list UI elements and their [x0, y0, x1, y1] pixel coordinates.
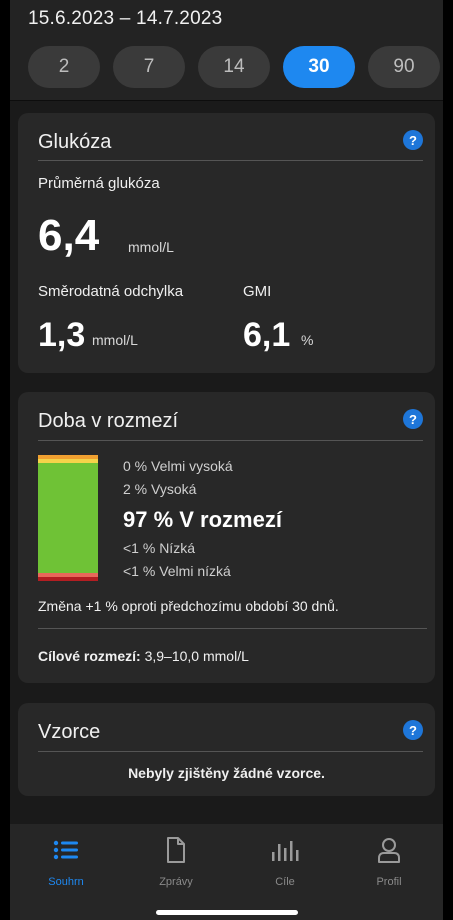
- glucose-card: Glukóza ? Průměrná glukóza 6,4 mmol/L Sm…: [18, 113, 435, 373]
- bar-segment-very-high: [38, 455, 98, 459]
- tir-title: Doba v rozmezí: [38, 410, 179, 432]
- tir-very-low: <1 % Velmi nízká: [123, 563, 231, 579]
- divider: [38, 628, 427, 629]
- bar-chart-icon: [235, 834, 335, 866]
- document-icon: [126, 834, 226, 866]
- avg-glucose-value: 6,4: [38, 211, 100, 260]
- target-range: Cílové rozmezí: 3,9–10,0 mmol/L: [38, 648, 249, 664]
- nav-label-zpravy: Zprávy: [159, 876, 193, 888]
- patterns-title: Vzorce: [38, 721, 101, 743]
- home-indicator[interactable]: [156, 910, 298, 915]
- tir-high: 2 % Vysoká: [123, 481, 197, 497]
- bottom-nav: Souhrn Zprávy Cíle Profil: [10, 824, 443, 920]
- gmi-unit: %: [301, 332, 314, 348]
- gmi-label: GMI: [243, 283, 272, 300]
- glucose-title: Glukóza: [38, 131, 112, 153]
- avg-glucose-label: Průměrná glukóza: [38, 175, 160, 192]
- period-header: 15.6.2023 – 14.7.2023 2 7 14 30 90: [10, 0, 443, 101]
- avg-glucose-unit: mmol/L: [128, 239, 174, 255]
- period-chip-7[interactable]: 7: [113, 46, 185, 88]
- nav-item-cile[interactable]: Cíle: [235, 834, 335, 888]
- period-chip-2[interactable]: 2: [28, 46, 100, 88]
- nav-item-souhrn[interactable]: Souhrn: [16, 834, 116, 888]
- person-icon: [339, 834, 439, 866]
- nav-label-profil: Profil: [376, 876, 402, 888]
- patterns-help-icon[interactable]: ?: [403, 720, 423, 740]
- gmi-value: 6,1: [243, 316, 291, 354]
- time-in-range-bar: [38, 455, 98, 581]
- patterns-card: Vzorce ? Nebyly zjištěny žádné vzorce.: [18, 703, 435, 796]
- period-selector: 2 7 14 30 90: [28, 46, 443, 88]
- target-range-value: 3,9–10,0 mmol/L: [144, 648, 249, 664]
- target-range-label: Cílové rozmezí:: [38, 648, 141, 664]
- bar-segment-high: [38, 459, 98, 463]
- period-chip-14[interactable]: 14: [198, 46, 270, 88]
- nav-item-profil[interactable]: Profil: [339, 834, 439, 888]
- divider: [38, 440, 423, 441]
- list-icon: [16, 834, 116, 866]
- glucose-help-icon[interactable]: ?: [403, 130, 423, 150]
- bar-segment-low: [38, 573, 98, 577]
- sd-unit: mmol/L: [92, 332, 138, 348]
- sd-label: Směrodatná odchylka: [38, 283, 184, 300]
- tir-in-range: 97 % V rozmezí: [123, 507, 282, 532]
- date-range: 15.6.2023 – 14.7.2023: [28, 8, 223, 29]
- tir-very-high: 0 % Velmi vysoká: [123, 458, 233, 474]
- tir-low: <1 % Nízká: [123, 540, 195, 556]
- period-chip-90[interactable]: 90: [368, 46, 440, 88]
- divider: [38, 160, 423, 161]
- period-chip-30[interactable]: 30: [283, 46, 355, 88]
- nav-label-cile: Cíle: [275, 876, 295, 888]
- bar-segment-in-range: [38, 463, 98, 573]
- app-screen: 15.6.2023 – 14.7.2023 2 7 14 30 90 Glukó…: [10, 0, 443, 920]
- sd-value: 1,3: [38, 316, 86, 354]
- divider: [38, 751, 423, 752]
- tir-change-text: Změna +1 % oproti předchozímu období 30 …: [38, 598, 339, 614]
- bar-segment-very-low: [38, 577, 98, 581]
- nav-item-zpravy[interactable]: Zprávy: [126, 834, 226, 888]
- nav-label-souhrn: Souhrn: [48, 876, 84, 888]
- tir-help-icon[interactable]: ?: [403, 409, 423, 429]
- patterns-empty-text: Nebyly zjištěny žádné vzorce.: [128, 765, 325, 781]
